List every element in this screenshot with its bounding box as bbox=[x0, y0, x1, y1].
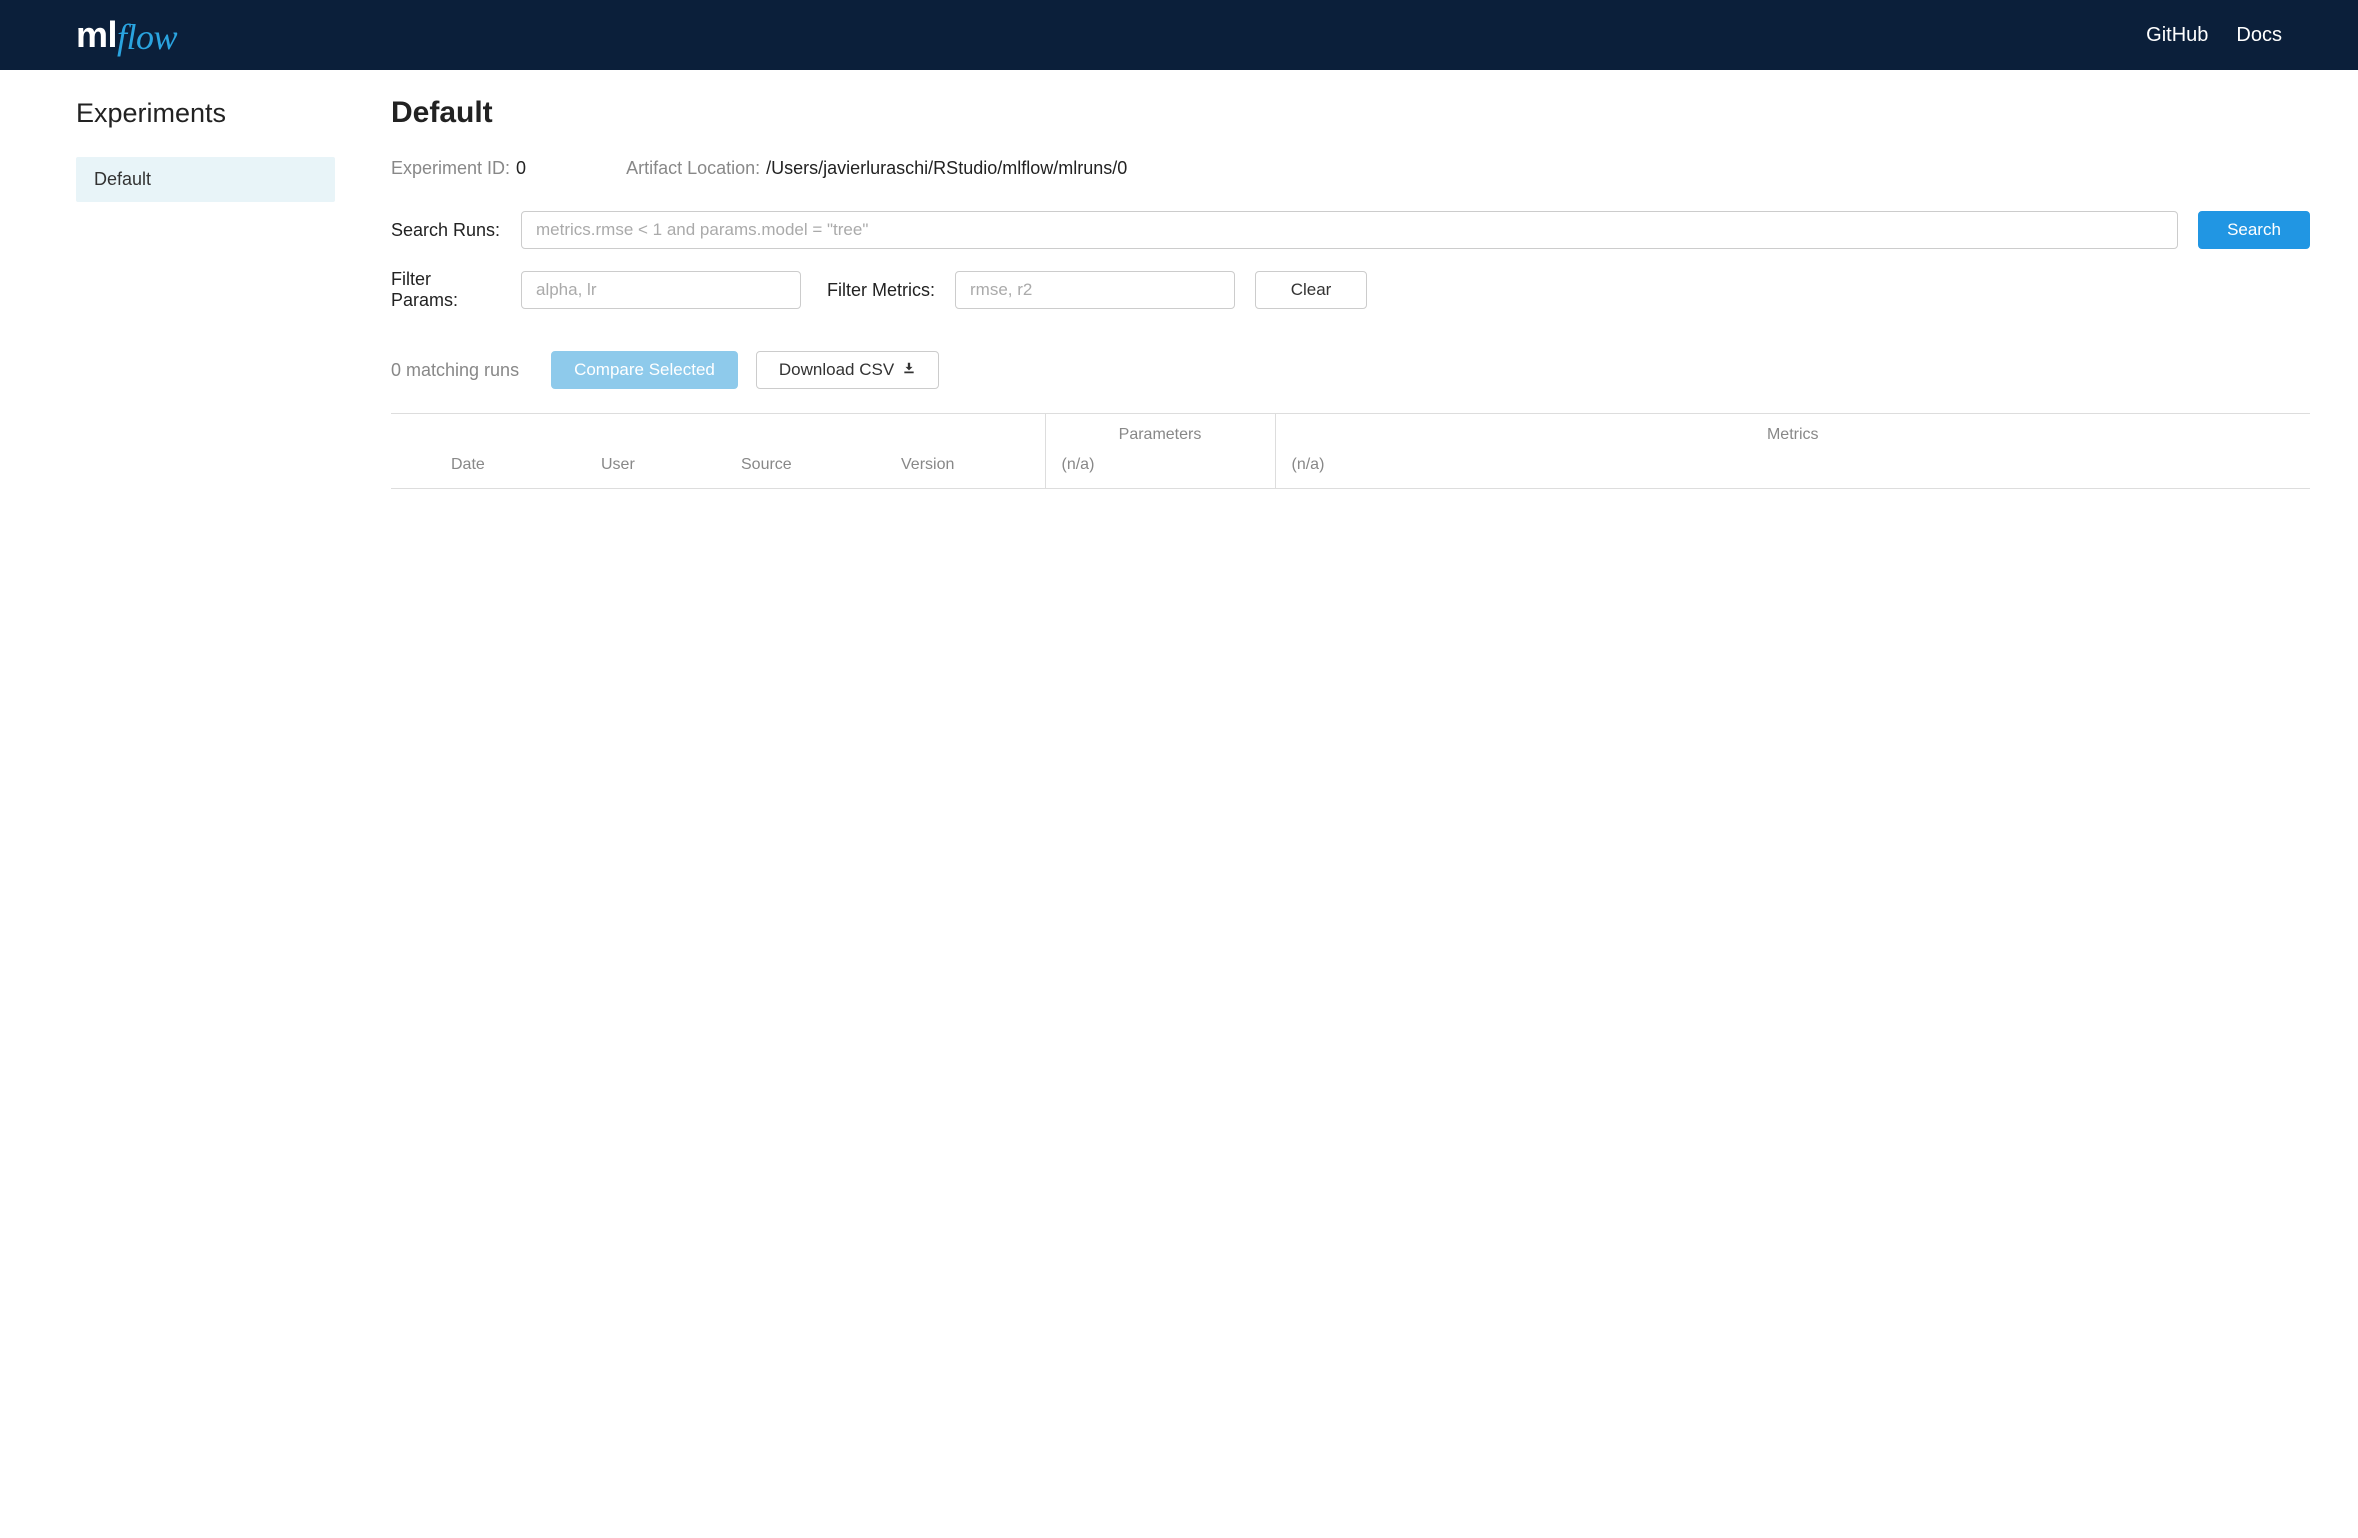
filter-params-input[interactable] bbox=[521, 271, 801, 309]
nav-github-link[interactable]: GitHub bbox=[2146, 24, 2208, 47]
experiment-info: Experiment ID: 0 Artifact Location: /Use… bbox=[391, 158, 2310, 179]
logo-flow: flow bbox=[117, 16, 177, 58]
nav-docs-link[interactable]: Docs bbox=[2236, 24, 2282, 47]
sidebar-item-label: Default bbox=[94, 169, 151, 189]
clear-button[interactable]: Clear bbox=[1255, 271, 1367, 309]
col-group-metrics: Metrics bbox=[1275, 414, 2310, 451]
experiment-id-label: Experiment ID: bbox=[391, 158, 510, 179]
download-csv-label: Download CSV bbox=[779, 360, 894, 380]
download-icon bbox=[902, 360, 916, 380]
search-runs-label: Search Runs: bbox=[391, 220, 501, 241]
experiment-id: Experiment ID: 0 bbox=[391, 158, 526, 179]
col-source: Source bbox=[725, 450, 885, 489]
logo-ml: ml bbox=[76, 14, 117, 56]
experiment-id-value: 0 bbox=[516, 158, 526, 179]
sidebar-title: Experiments bbox=[76, 98, 335, 129]
filter-metrics-label: Filter Metrics: bbox=[827, 280, 935, 301]
search-runs-input[interactable] bbox=[521, 211, 2178, 249]
app-header: mlflow GitHub Docs bbox=[0, 0, 2358, 70]
search-row: Search Runs: Search bbox=[391, 211, 2310, 249]
logo: mlflow bbox=[76, 14, 177, 56]
search-button[interactable]: Search bbox=[2198, 211, 2310, 249]
sidebar-item-default[interactable]: Default bbox=[76, 157, 335, 202]
actions-row: 0 matching runs Compare Selected Downloa… bbox=[391, 351, 2310, 389]
table-group-row: Parameters Metrics bbox=[391, 414, 2310, 451]
col-date: Date bbox=[435, 450, 585, 489]
layout: Experiments Default Default Experiment I… bbox=[0, 70, 2358, 489]
artifact-location: Artifact Location: /Users/javierluraschi… bbox=[626, 158, 1127, 179]
table-header-row: Date User Source Version (n/a) (n/a) bbox=[391, 450, 2310, 489]
filter-params-label: Filter Params: bbox=[391, 269, 501, 311]
artifact-location-value: /Users/javierluraschi/RStudio/mlflow/mlr… bbox=[766, 158, 1127, 179]
nav-links: GitHub Docs bbox=[2146, 24, 2282, 47]
page-title: Default bbox=[391, 96, 2310, 130]
col-user: User bbox=[585, 450, 725, 489]
filter-row: Filter Params: Filter Metrics: Clear bbox=[391, 269, 2310, 311]
sidebar: Experiments Default bbox=[0, 70, 335, 489]
col-params-na: (n/a) bbox=[1045, 450, 1275, 489]
col-group-parameters: Parameters bbox=[1045, 414, 1275, 451]
filter-metrics-input[interactable] bbox=[955, 271, 1235, 309]
runs-table: Parameters Metrics Date User Source Vers… bbox=[391, 413, 2310, 489]
col-version: Version bbox=[885, 450, 1045, 489]
col-metrics-na: (n/a) bbox=[1275, 450, 2310, 489]
matching-runs-text: 0 matching runs bbox=[391, 360, 519, 381]
download-csv-button[interactable]: Download CSV bbox=[756, 351, 939, 389]
artifact-location-label: Artifact Location: bbox=[626, 158, 760, 179]
main-content: Default Experiment ID: 0 Artifact Locati… bbox=[335, 70, 2358, 489]
compare-selected-button[interactable]: Compare Selected bbox=[551, 351, 738, 389]
